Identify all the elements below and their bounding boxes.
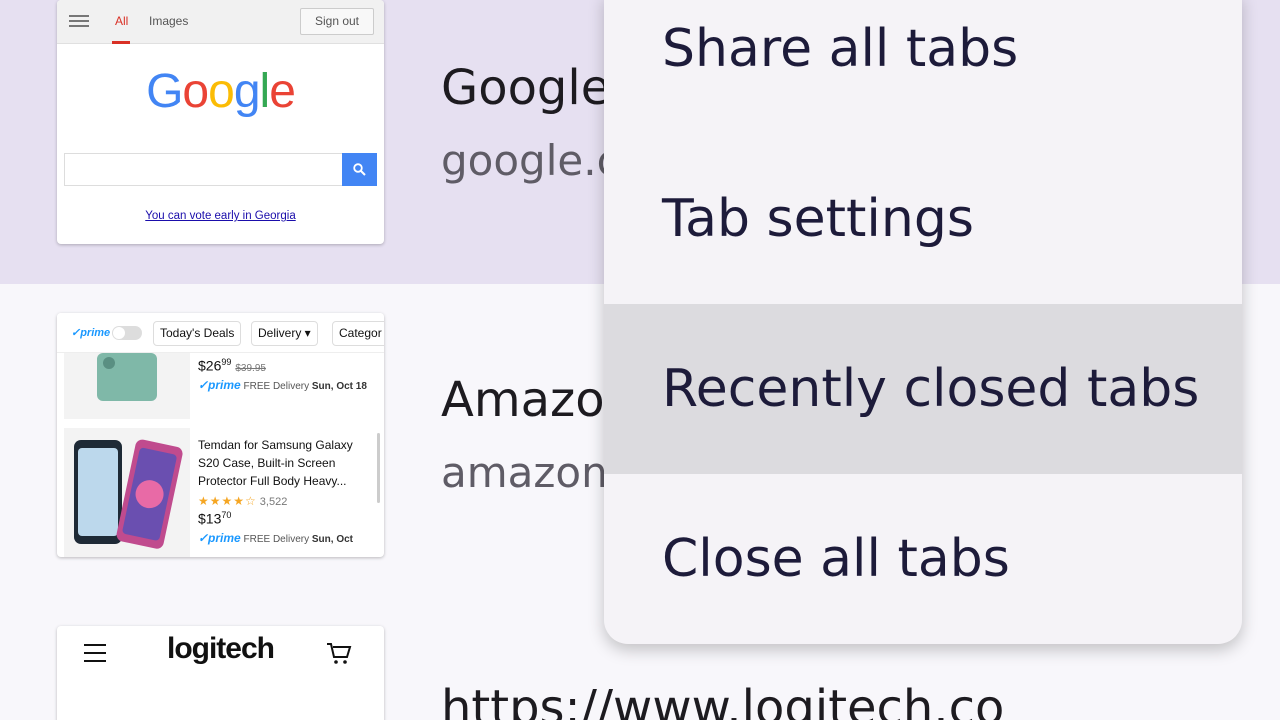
google-tab-images: Images (149, 14, 189, 28)
tab-thumbnail-google[interactable]: All Images Sign out Google You can vote … (57, 0, 384, 244)
menu-item-tab-settings[interactable]: Tab settings (604, 134, 1242, 304)
google-header: All Images Sign out (57, 0, 384, 44)
menu-item-label: Share all tabs (662, 19, 1019, 79)
tab-switcher-overflow-menu: Share all tabs Tab settings Recently clo… (604, 0, 1242, 644)
google-tab-all: All (115, 14, 129, 28)
product-title: Temdan for Samsung Galaxy S20 Case, Buil… (198, 438, 353, 488)
prime-badge: ✓prime (198, 530, 241, 545)
product-price-cents: 99 (221, 357, 232, 367)
chip-todays-deals: Today's Deals (153, 321, 242, 346)
cart-icon (327, 643, 352, 664)
menu-item-label: Tab settings (662, 189, 974, 249)
menu-item-label: Recently closed tabs (662, 359, 1200, 419)
product-price: $26 (198, 357, 222, 374)
tab-url-amazon: amazon (441, 448, 608, 497)
chip-category: Categor (332, 321, 384, 346)
delivery-text: FREE Delivery (243, 533, 310, 545)
chip-delivery: Delivery ▾ (251, 321, 318, 346)
prime-toggle (112, 326, 142, 340)
tab-title-logitech[interactable]: https://www.logitech.co (441, 680, 1004, 720)
menu-item-label: Close all tabs (662, 529, 1010, 589)
product-item: Temdan for Samsung Galaxy S20 Case, Buil… (64, 428, 376, 557)
product-price-cents: 70 (221, 510, 232, 520)
google-search-button (342, 153, 377, 186)
delivery-date: Sun, Oct 18 (311, 380, 367, 392)
amazon-filter-bar: ✓prime Today's Deals Delivery ▾ Categor (57, 313, 384, 353)
product-image (64, 428, 190, 557)
product-image (64, 353, 190, 419)
tab-thumbnail-amazon[interactable]: ✓prime Today's Deals Delivery ▾ Categor … (57, 313, 384, 557)
review-count: 3,522 (259, 496, 288, 508)
hamburger-icon (69, 15, 89, 29)
google-logo: Google (146, 65, 296, 118)
search-icon (353, 163, 366, 176)
delivery-text: FREE Delivery (243, 380, 310, 392)
menu-item-share-all-tabs[interactable]: Share all tabs (604, 0, 1242, 134)
delivery-date: Sun, Oct (311, 533, 353, 545)
sign-out-button: Sign out (300, 8, 374, 35)
menu-item-recently-closed-tabs[interactable]: Recently closed tabs (604, 304, 1242, 474)
scrollbar (377, 433, 380, 503)
tab-title-google[interactable]: Google (441, 60, 610, 116)
prime-badge: ✓prime (198, 377, 241, 392)
prime-logo: ✓prime (71, 327, 111, 339)
rating-stars: ★★★★☆ (198, 494, 257, 508)
google-search-input (64, 153, 342, 186)
menu-item-close-all-tabs[interactable]: Close all tabs (604, 474, 1242, 644)
product-old-price: $39.95 (235, 362, 266, 374)
vote-link: You can vote early in Georgia (145, 210, 296, 222)
active-tab-indicator (112, 41, 130, 44)
product-item: $2699$39.95 ✓prime FREE Delivery Sun, Oc… (64, 353, 376, 419)
product-price: $13 (198, 510, 222, 527)
